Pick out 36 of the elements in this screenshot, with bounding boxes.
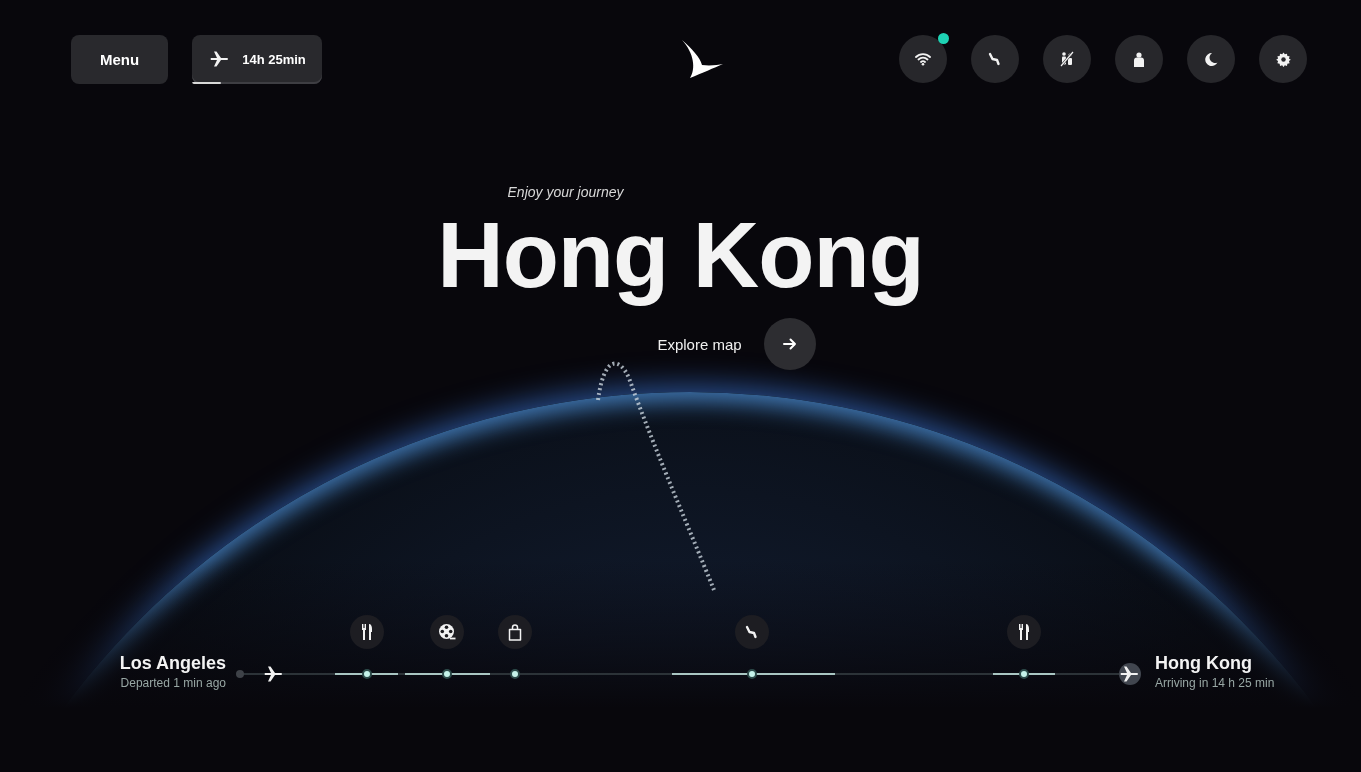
event-marker [747,669,757,679]
settings-icon [1275,51,1291,67]
fork-knife-icon [361,624,373,640]
reclined-seat-icon [988,52,1002,66]
person-icon [1133,51,1145,67]
explore-map-label: Explore map [657,335,742,353]
film-reel-icon [438,623,456,641]
airplane-icon [264,666,284,682]
airplane-icon [210,51,231,67]
shopping-bag-icon [508,623,522,641]
event-marker [510,669,520,679]
moon-icon [1204,52,1218,66]
wifi-icon [915,52,931,66]
crossed-people-icon [1059,51,1075,67]
seat-button[interactable] [971,35,1019,83]
origin-city: Los Angeles [119,653,226,674]
settings-button[interactable] [1259,35,1307,83]
flight-time-button[interactable]: 14h 25min [192,34,322,84]
brushwing-logo-icon [680,39,724,79]
wifi-button[interactable] [899,35,947,83]
menu-button[interactable]: Menu [71,34,169,84]
destination-city: Hong Kong [1155,653,1253,674]
arrival-status: Arriving in 14 h 25 min [1155,676,1275,690]
no-kids-button[interactable] [1043,35,1091,83]
destination-title: Hong Kong [437,203,924,308]
moon-button[interactable] [1187,35,1235,83]
origin-marker [236,670,244,678]
event-marker [362,669,372,679]
fork-knife-icon [1018,624,1030,640]
arrow-right-icon [782,338,797,351]
departure-status: Departed 1 min ago [119,676,226,690]
reclined-seat-icon [745,625,759,639]
person-button[interactable] [1115,35,1163,83]
event-marker [1019,669,1029,679]
subtitle: Enjoy your journey [507,184,624,200]
event-marker [442,669,452,679]
